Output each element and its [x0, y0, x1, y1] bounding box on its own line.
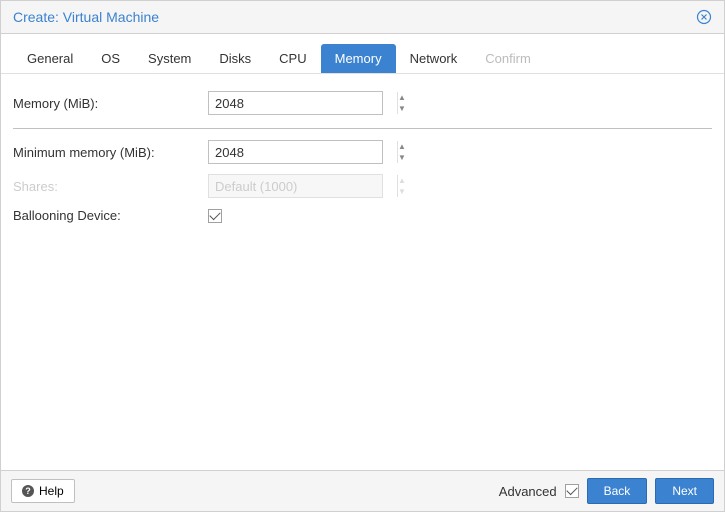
advanced-checkbox[interactable] [565, 484, 579, 498]
chevron-up-icon[interactable]: ▲ [398, 141, 406, 152]
tab-system[interactable]: System [134, 44, 205, 73]
row-ballooning: Ballooning Device: [13, 203, 712, 228]
advanced-label: Advanced [499, 484, 557, 499]
shares-spinner-arrows: ▲ ▼ [397, 175, 406, 197]
row-memory: Memory (MiB): ▲ ▼ [13, 86, 712, 120]
tab-os[interactable]: OS [87, 44, 134, 73]
dialog-header: Create: Virtual Machine [1, 1, 724, 34]
help-icon: ? [22, 485, 34, 497]
minmemory-field[interactable]: ▲ ▼ [208, 140, 383, 164]
help-button[interactable]: ? Help [11, 479, 75, 503]
close-icon[interactable] [696, 9, 712, 25]
chevron-down-icon: ▼ [398, 186, 406, 197]
footer-right: Advanced Back Next [499, 478, 714, 504]
memory-spinner-arrows: ▲ ▼ [397, 92, 406, 114]
ballooning-checkbox[interactable] [208, 209, 222, 223]
tab-confirm: Confirm [471, 44, 545, 73]
tab-cpu[interactable]: CPU [265, 44, 320, 73]
tab-memory[interactable]: Memory [321, 44, 396, 73]
shares-field: ▲ ▼ [208, 174, 383, 198]
chevron-up-icon[interactable]: ▲ [398, 92, 406, 103]
chevron-up-icon: ▲ [398, 175, 406, 186]
label-minmemory: Minimum memory (MiB): [13, 145, 208, 160]
label-ballooning: Ballooning Device: [13, 208, 208, 223]
memory-input[interactable] [209, 92, 397, 114]
next-button[interactable]: Next [655, 478, 714, 504]
dialog-footer: ? Help Advanced Back Next [1, 470, 724, 511]
tab-network[interactable]: Network [396, 44, 472, 73]
label-shares: Shares: [13, 179, 208, 194]
minmemory-spinner-arrows: ▲ ▼ [397, 141, 406, 163]
tab-general[interactable]: General [13, 44, 87, 73]
content-area: Memory (MiB): ▲ ▼ Minimum memory (MiB): … [1, 74, 724, 470]
row-minmemory: Minimum memory (MiB): ▲ ▼ [13, 135, 712, 169]
row-shares: Shares: ▲ ▼ [13, 169, 712, 203]
chevron-down-icon[interactable]: ▼ [398, 103, 406, 114]
dialog-title: Create: Virtual Machine [13, 9, 159, 25]
label-memory: Memory (MiB): [13, 96, 208, 111]
help-button-label: Help [39, 484, 64, 498]
tab-bar: General OS System Disks CPU Memory Netwo… [1, 34, 724, 74]
chevron-down-icon[interactable]: ▼ [398, 152, 406, 163]
divider [13, 128, 712, 129]
memory-field[interactable]: ▲ ▼ [208, 91, 383, 115]
tab-disks[interactable]: Disks [205, 44, 265, 73]
shares-input [209, 175, 397, 197]
back-button[interactable]: Back [587, 478, 648, 504]
minmemory-input[interactable] [209, 141, 397, 163]
ballooning-checkbox-wrap [208, 209, 383, 223]
dialog-window: Create: Virtual Machine General OS Syste… [0, 0, 725, 512]
